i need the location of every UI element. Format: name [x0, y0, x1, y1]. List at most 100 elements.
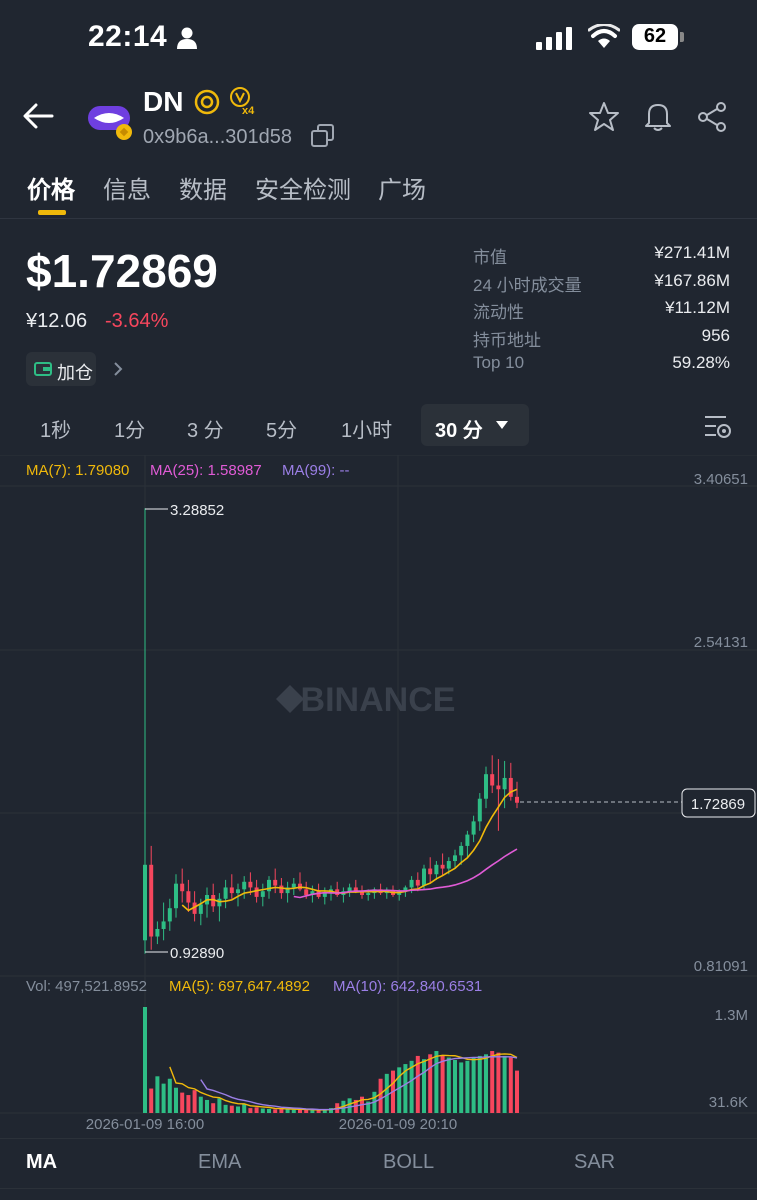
- candles: [143, 508, 519, 954]
- volume-bar: [434, 1051, 439, 1113]
- copy-icon[interactable]: [311, 124, 335, 148]
- candle-body: [229, 887, 234, 894]
- interval-5m[interactable]: 5分: [266, 414, 297, 443]
- chart-grid: [0, 455, 757, 1114]
- chart-settings-icon[interactable]: [704, 414, 732, 440]
- volume-bar: [229, 1105, 234, 1113]
- candle-body: [273, 879, 278, 886]
- token-name: DN: [143, 86, 184, 117]
- volume-bar: [496, 1052, 501, 1113]
- volume-bar: [254, 1107, 259, 1113]
- price-axis-mid: 2.54131: [694, 634, 748, 651]
- candle-body: [366, 893, 371, 895]
- svg-text:x4: x4: [242, 105, 255, 116]
- candle-body: [502, 777, 507, 790]
- volume-bar: [508, 1057, 513, 1113]
- time-axis-label-1: 2026-01-09 16:00: [86, 1116, 204, 1133]
- candle-body: [409, 879, 414, 888]
- candle-body: [440, 864, 445, 869]
- bell-icon[interactable]: [642, 100, 674, 132]
- price-chart[interactable]: BINANCE 1.72869 3.40651 2.54131 0.81091 …: [0, 455, 757, 1135]
- status-bar: 22:14 62: [0, 0, 757, 70]
- volume-bar: [267, 1108, 271, 1113]
- chevron-right-icon[interactable]: [112, 361, 124, 377]
- stat-label: 流动性: [473, 303, 524, 322]
- stat-top10: Top 10 59.28%: [473, 353, 730, 375]
- volume-bar: [155, 1076, 160, 1113]
- add-position-button[interactable]: 加仓: [26, 352, 96, 386]
- price-axis-top: 3.40651: [694, 471, 748, 488]
- candle-body: [471, 821, 476, 835]
- wallet-icon: [34, 362, 52, 376]
- stat-holders: 持币地址 956: [473, 326, 730, 350]
- volume-bar: [180, 1092, 185, 1113]
- volume-bar: [149, 1088, 154, 1113]
- interval-30m-dropdown[interactable]: 30 分: [421, 404, 529, 446]
- vol-legend: Vol: 497,521.8952: [26, 978, 147, 995]
- stat-label: 市值: [473, 248, 507, 267]
- candle-body: [186, 891, 191, 903]
- volume-bar: [397, 1067, 402, 1113]
- volume-bar: [347, 1098, 352, 1113]
- volume-bar: [236, 1106, 240, 1113]
- candle-body: [291, 883, 296, 888]
- volume-bar: [459, 1062, 464, 1113]
- indicator-tab-sar[interactable]: SAR: [574, 1151, 615, 1174]
- interval-selected-label: 30 分: [435, 420, 483, 442]
- indicator-tab-ema[interactable]: EMA: [198, 1151, 241, 1174]
- tab-info[interactable]: 信息: [103, 170, 151, 205]
- candle-body: [254, 887, 259, 897]
- volume-bar: [291, 1109, 296, 1113]
- low-label: 0.92890: [170, 945, 224, 962]
- tab-security[interactable]: 安全检测: [255, 170, 351, 205]
- tab-square[interactable]: 广场: [378, 170, 426, 205]
- candle-body: [155, 928, 160, 937]
- star-icon[interactable]: [588, 101, 620, 133]
- battery-tip: [680, 32, 684, 42]
- volume-bar: [316, 1110, 321, 1113]
- tab-price[interactable]: 价格: [27, 170, 75, 205]
- interval-1s[interactable]: 1秒: [40, 414, 71, 443]
- vol-axis-top: 1.3M: [715, 1007, 748, 1024]
- indicator-tab-boll[interactable]: BOLL: [383, 1151, 434, 1174]
- candle-body: [434, 864, 439, 875]
- token-logo: [88, 100, 132, 140]
- interval-3m[interactable]: 3 分: [187, 414, 224, 443]
- volume-bar: [167, 1078, 172, 1113]
- volume-bar: [186, 1095, 191, 1113]
- back-arrow-icon[interactable]: [22, 102, 54, 130]
- vol-axis-bottom: 31.6K: [709, 1094, 748, 1111]
- interval-1h[interactable]: 1小时: [341, 414, 392, 443]
- verified-x4-icon[interactable]: x4: [228, 86, 258, 116]
- at-icon[interactable]: [194, 89, 220, 115]
- candle-body: [180, 883, 185, 892]
- candle-body: [149, 864, 154, 937]
- tab-bar: 价格 信息 数据 安全检测 广场: [0, 160, 757, 219]
- volume-bar: [273, 1109, 278, 1113]
- share-icon[interactable]: [697, 101, 729, 133]
- indicator-tab-ma[interactable]: MA: [26, 1151, 57, 1174]
- volume-bar: [490, 1051, 495, 1113]
- battery-level: 62: [643, 25, 667, 47]
- volume-bar: [223, 1104, 228, 1113]
- tab-data[interactable]: 数据: [179, 170, 227, 205]
- candle-body: [260, 891, 265, 897]
- ma25-line: [293, 848, 518, 899]
- stat-label: 持币地址: [473, 331, 541, 350]
- volume-bar: [248, 1108, 253, 1113]
- volume-bar: [298, 1109, 302, 1113]
- candle-body: [174, 883, 178, 909]
- candle-body: [465, 834, 470, 846]
- bottom-border: [0, 1188, 757, 1189]
- person-icon: [177, 27, 197, 49]
- interval-1m[interactable]: 1分: [114, 414, 145, 443]
- candle-body: [496, 785, 501, 790]
- candle-body: [446, 861, 451, 869]
- volume-bar: [211, 1103, 216, 1113]
- stat-value: ¥271.41M: [654, 243, 730, 262]
- price-change: -3.64%: [105, 310, 169, 332]
- volume-bar: [279, 1108, 284, 1113]
- volume-bar: [260, 1108, 265, 1113]
- time-axis-label-2: 2026-01-09 20:10: [339, 1116, 457, 1133]
- price-usd: $1.72869: [26, 245, 218, 297]
